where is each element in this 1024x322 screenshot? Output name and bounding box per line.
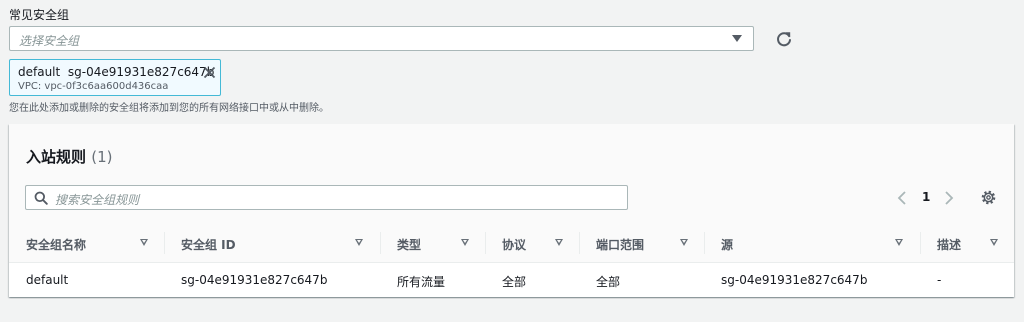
sort-down-icon[interactable] <box>990 239 998 246</box>
panel-title-text: 入站规则 <box>26 148 87 166</box>
column-header-label: 安全组名称 <box>26 238 87 252</box>
token-name-line: default sg-04e91931e827c647b <box>18 65 214 79</box>
column-header-label: 端口范围 <box>596 238 645 252</box>
rules-search-input[interactable]: 搜索安全组规则 <box>25 185 628 210</box>
chevron-left-icon[interactable] <box>895 190 909 206</box>
column-header-label: 源 <box>721 238 734 252</box>
select-placeholder: 选择安全组 <box>19 34 80 48</box>
sort-down-icon[interactable] <box>680 239 688 246</box>
column-header-label: 协议 <box>502 238 527 252</box>
close-icon[interactable] <box>203 66 216 79</box>
column-divider <box>380 232 381 254</box>
column-header-label: 安全组 ID <box>181 238 236 252</box>
sort-down-icon[interactable] <box>140 239 148 246</box>
cell-group-name: default <box>26 273 69 287</box>
search-placeholder: 搜索安全组规则 <box>55 193 140 207</box>
cell-source: sg-04e91931e827c647b <box>721 273 868 287</box>
gear-icon[interactable] <box>980 189 997 206</box>
page-number[interactable]: 1 <box>922 190 930 204</box>
security-group-hint: 您在此处添加或删除的安全组将添加到您的所有网络接口中或从中删除。 <box>9 103 329 114</box>
search-icon <box>34 191 48 205</box>
panel-title: 入站规则 (1) <box>26 146 113 167</box>
sort-down-icon[interactable] <box>355 239 363 246</box>
cell-type: 所有流量 <box>397 275 446 289</box>
sort-down-icon[interactable] <box>555 239 563 246</box>
refresh-icon[interactable] <box>774 29 794 49</box>
cell-port-range: 全部 <box>596 275 621 289</box>
cell-group-id: sg-04e91931e827c647b <box>181 273 328 287</box>
column-divider <box>920 232 921 254</box>
column-divider <box>485 232 486 254</box>
column-divider <box>164 232 165 254</box>
security-group-select[interactable]: 选择安全组 <box>9 26 754 51</box>
cell-description: - <box>937 273 942 287</box>
sort-down-icon[interactable] <box>895 239 903 246</box>
inbound-rules-panel: 入站规则 (1) 搜索安全组规则 1 安全组名称 安全组 ID 类型 协议 端口… <box>9 124 1014 297</box>
column-divider <box>704 232 705 254</box>
token-name: default <box>18 65 61 79</box>
panel-title-count: (1) <box>91 148 113 166</box>
column-divider <box>579 232 580 254</box>
table-header: 安全组名称 安全组 ID 类型 协议 端口范围 源 描述 <box>9 223 1014 263</box>
sort-down-icon[interactable] <box>461 239 469 246</box>
chevron-right-icon[interactable] <box>942 190 956 206</box>
selected-security-group-token: default sg-04e91931e827c647b VPC: vpc-0f… <box>9 59 221 96</box>
cell-protocol: 全部 <box>502 275 527 289</box>
token-id: sg-04e91931e827c647b <box>67 65 215 79</box>
caret-down-icon <box>732 35 742 42</box>
column-header-label: 类型 <box>397 238 422 252</box>
column-header-label: 描述 <box>937 238 962 252</box>
security-group-label: 常见安全组 <box>9 8 70 22</box>
token-vpc: VPC: vpc-0f3c6aa600d436caa <box>18 81 169 92</box>
